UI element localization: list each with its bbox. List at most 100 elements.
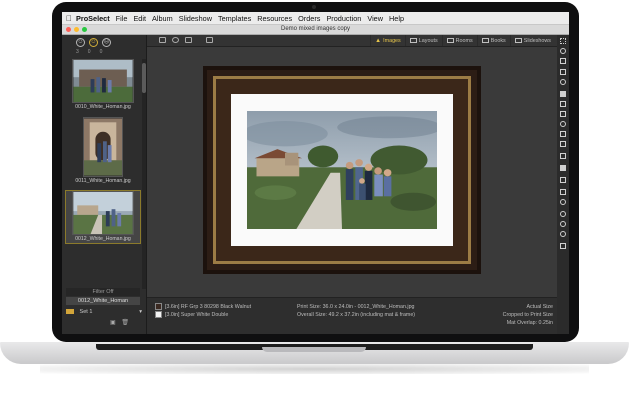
happy-face-icon[interactable] (560, 211, 566, 217)
menu-templates[interactable]: Templates (218, 14, 251, 23)
slideshow-icon[interactable] (560, 189, 566, 195)
tab-slideshows[interactable]: Slideshows (509, 35, 555, 46)
scissors-icon[interactable] (560, 58, 566, 64)
compare-icon[interactable] (185, 37, 192, 43)
frame-inner-moulding (213, 76, 471, 264)
chevron-down-icon[interactable]: ▾ (139, 308, 142, 316)
menu-app-name[interactable]: ProSelect (76, 14, 110, 23)
menu-production[interactable]: Production (326, 14, 361, 23)
framed-photo[interactable] (247, 111, 437, 229)
copy-icon[interactable] (560, 177, 566, 183)
image-browser-panel: ☺ ☺ ☹ 3 0 0 0010_White_Homan.jpg 0011_Wh… (62, 35, 147, 334)
sepia-icon[interactable] (560, 131, 566, 137)
tab-rooms-label: Rooms (455, 37, 473, 44)
scrollbar-thumb[interactable] (142, 63, 146, 93)
rooms-icon (446, 38, 454, 43)
slideshows-icon (514, 38, 522, 43)
camera-icon[interactable] (172, 37, 179, 43)
thumbnail-image (83, 117, 123, 177)
traffic-lights (66, 27, 87, 32)
apple-icon[interactable]:  (62, 14, 76, 23)
frown-count: 0 (99, 49, 103, 55)
thumbnail-item[interactable]: 0010_White_Homan.jpg (66, 59, 140, 111)
thumbnail-item[interactable]: 0011_White_Homan.jpg (66, 117, 140, 185)
add-set-icon[interactable]: ▣ (110, 320, 116, 326)
menu-resources[interactable]: Resources (257, 14, 292, 23)
zoom-window-button[interactable] (82, 27, 87, 32)
menu-slideshow[interactable]: Slideshow (179, 14, 212, 23)
filmstrip-icon[interactable] (560, 243, 566, 249)
clock-icon[interactable] (560, 79, 566, 85)
thumbnail-scrollbar[interactable] (142, 59, 146, 289)
camera-dot (312, 5, 316, 9)
tab-rooms[interactable]: Rooms (441, 35, 477, 46)
filter-status[interactable]: Filter Off (66, 288, 140, 296)
app-screen:  ProSelect File Edit Album Slideshow Te… (62, 12, 569, 334)
trackpad-notch (262, 347, 366, 352)
face-counts: 3 0 0 (62, 49, 146, 55)
mat-board (231, 94, 453, 246)
menu-view[interactable]: View (367, 14, 383, 23)
play-icon[interactable] (560, 199, 566, 205)
set-label: Set 1 (79, 309, 93, 315)
menu-orders[interactable]: Orders (298, 14, 320, 23)
mat-description: [3.0in] Super White Double (165, 312, 229, 318)
frown-face-icon[interactable]: ☹ (102, 38, 111, 47)
set-actions: ▣ 🗑 (110, 319, 129, 326)
preview-canvas (147, 47, 557, 297)
actual-size-label[interactable]: Actual Size (503, 303, 554, 311)
tab-images[interactable]: ▲ Images (370, 35, 405, 46)
frame-row[interactable]: [3.6in] RF Grp 3 80298 Black Walnut (155, 303, 251, 311)
thumbnail-image (72, 59, 134, 103)
mat-overlap-label: Mat Overlap: 0.25in (506, 320, 553, 326)
mat-row[interactable]: [3.0in] Super White Double (155, 311, 251, 319)
current-image-name: 0012_White_Homan (66, 297, 140, 305)
set-selector[interactable]: Set 1 ▾ (62, 308, 146, 316)
frame-icon[interactable] (560, 111, 566, 117)
thumbnail-filename: 0010_White_Homan.jpg (75, 104, 131, 110)
thumbnail-filename: 0012_White_Homan.jpg (75, 236, 131, 242)
text-icon[interactable] (560, 141, 566, 147)
menu-help[interactable]: Help (389, 14, 404, 23)
tab-layouts-label: Layouts (418, 37, 438, 44)
tab-layouts[interactable]: Layouts (404, 35, 442, 46)
grid-icon[interactable] (560, 38, 566, 44)
minimize-window-button[interactable] (74, 27, 79, 32)
menu-bar:  ProSelect File Edit Album Slideshow Te… (62, 12, 569, 25)
thumbnail-list: 0010_White_Homan.jpg 0011_White_Homan.jp… (65, 59, 141, 249)
frame-description: [3.6in] RF Grp 3 80298 Black Walnut (165, 304, 252, 310)
picture-frame[interactable] (203, 66, 481, 274)
email-icon[interactable] (159, 37, 166, 43)
sad-face-icon[interactable] (560, 231, 566, 237)
close-window-button[interactable] (66, 27, 71, 32)
menu-edit[interactable]: Edit (133, 14, 146, 23)
bw-icon[interactable] (560, 121, 566, 127)
thumbnail-filename: 0011_White_Homan.jpg (75, 178, 131, 184)
photo-icon[interactable] (560, 165, 566, 171)
frame-info-bar: [3.6in] RF Grp 3 80298 Black Walnut [3.0… (147, 297, 557, 334)
images-icon: ▲ (375, 37, 382, 44)
menu-album[interactable]: Album (152, 14, 173, 23)
neutral-face-icon[interactable] (560, 221, 566, 227)
color-icon[interactable] (560, 91, 566, 97)
neutral-count: 0 (87, 49, 91, 55)
smile-face-icon[interactable]: ☺ (76, 38, 85, 47)
layers-icon[interactable] (560, 69, 566, 75)
neutral-face-icon[interactable]: ☺ (89, 38, 98, 47)
tab-books[interactable]: Books (476, 35, 510, 46)
eye-icon[interactable] (560, 48, 566, 54)
cropped-label: Cropped to Print Size (502, 312, 553, 318)
import-icon[interactable] (206, 37, 213, 43)
thumbnail-item-selected[interactable]: 0012_White_Homan.jpg (65, 190, 141, 244)
layouts-icon (409, 38, 417, 43)
border-icon[interactable] (560, 153, 566, 159)
frame-swatch (155, 303, 162, 311)
frame-details: [3.6in] RF Grp 3 80298 Black Walnut [3.0… (155, 303, 251, 319)
rating-faces: ☺ ☺ ☹ (62, 35, 146, 49)
menu-file[interactable]: File (116, 14, 128, 23)
crop-icon[interactable] (560, 101, 566, 107)
trash-icon[interactable]: 🗑 (121, 320, 129, 326)
size-details: Print Size: 36.0 x 24.0in - 0012_White_H… (297, 303, 415, 319)
overall-size: Overall Size: 49.2 x 37.2in (including m… (297, 312, 416, 318)
family-photo (247, 111, 437, 229)
